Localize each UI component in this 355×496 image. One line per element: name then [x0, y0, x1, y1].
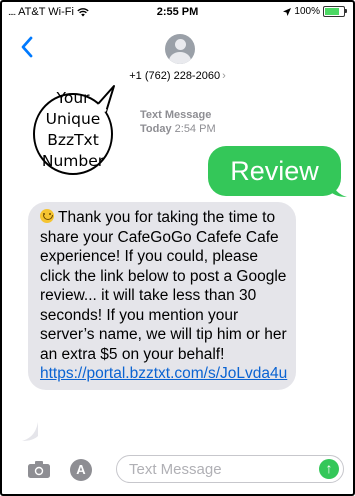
callout-line: Your [56, 89, 90, 107]
conversation-header: +1 (762) 228-2060 › [2, 24, 353, 90]
battery-icon [323, 6, 347, 17]
back-chevron-icon[interactable] [20, 36, 34, 58]
app-store-icon[interactable]: A [70, 459, 92, 481]
callout-line: Number [41, 152, 105, 170]
callout-line: Unique [45, 110, 101, 128]
message-time: 2:54 PM [174, 123, 216, 135]
battery-percent: 100% [294, 6, 320, 17]
status-right: 100% [283, 6, 347, 17]
phone-frame: .... AT&T Wi-Fi 2:55 PM 100% +1 (762) 22… [0, 0, 355, 496]
smiley-emoji-icon [40, 209, 54, 223]
message-input-placeholder: Text Message [129, 461, 222, 478]
message-timestamp: Text Message Today 2:54 PM [140, 108, 216, 136]
send-button[interactable]: ↑ [319, 459, 339, 479]
received-bubble-tail [22, 422, 38, 441]
status-bar: .... AT&T Wi-Fi 2:55 PM 100% [2, 2, 353, 24]
send-arrow-icon: ↑ [325, 460, 333, 476]
message-type-label: Text Message [140, 109, 212, 121]
callout-text: Your Unique BzzTxt Number [30, 88, 116, 172]
callout-line: BzzTxt [47, 131, 99, 149]
sent-bubble-tail [331, 178, 347, 197]
message-day: Today [140, 123, 172, 135]
composer-bar: A Text Message ↑ [2, 448, 353, 494]
app-store-glyph: A [76, 462, 86, 477]
received-message-text: Thank you for taking the time to share y… [40, 209, 287, 363]
received-message-bubble[interactable]: Thank you for taking the time to share y… [28, 202, 296, 390]
message-input[interactable]: Text Message ↑ [116, 455, 344, 483]
review-link[interactable]: https://portal.bzztxt.com/s/JoLvda4u [40, 365, 287, 382]
phone-number-text: +1 (762) 228-2060 [129, 70, 221, 82]
sent-message-bubble[interactable]: Review [208, 146, 341, 196]
contact-phone-number[interactable]: +1 (762) 228-2060 › [2, 70, 353, 82]
camera-icon[interactable] [28, 461, 50, 478]
contact-avatar[interactable] [165, 34, 195, 64]
chevron-right-icon: › [222, 70, 226, 82]
location-arrow-icon [283, 7, 292, 16]
